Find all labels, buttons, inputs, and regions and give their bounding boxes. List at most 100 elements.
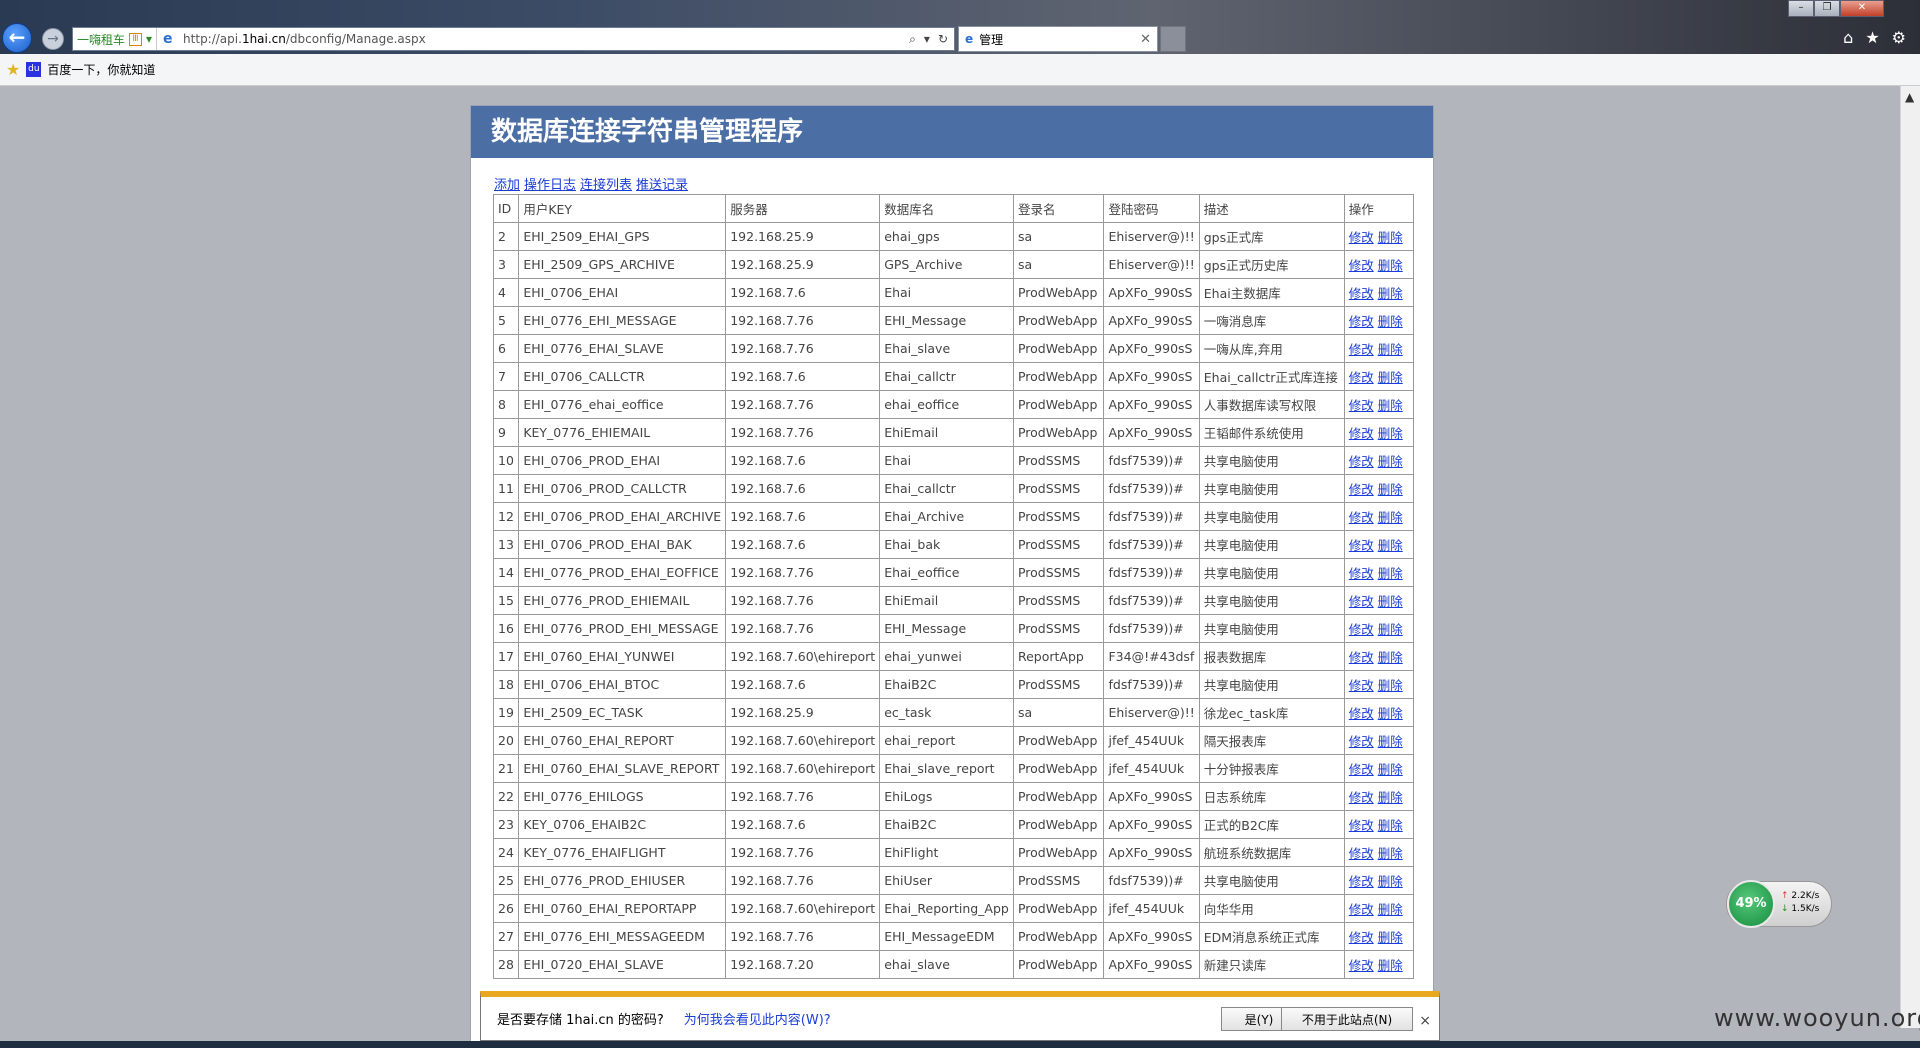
delete-link[interactable]: 删除	[1378, 258, 1403, 273]
edit-link[interactable]: 修改	[1349, 958, 1374, 973]
edit-link[interactable]: 修改	[1349, 790, 1374, 805]
delete-link[interactable]: 删除	[1378, 398, 1403, 413]
link-connection-list[interactable]: 连接列表	[580, 174, 632, 193]
delete-link[interactable]: 删除	[1378, 678, 1403, 693]
cell-actions: 修改 删除	[1343, 418, 1415, 447]
delete-link[interactable]: 删除	[1378, 342, 1403, 357]
cell-database: EhaiB2C	[879, 670, 1014, 699]
edit-link[interactable]: 修改	[1349, 566, 1374, 581]
edit-link[interactable]: 修改	[1349, 678, 1374, 693]
scroll-up-icon[interactable]: ▲	[1905, 90, 1914, 104]
cell-password: ApXFo_990sS	[1103, 278, 1200, 307]
delete-link[interactable]: 删除	[1378, 510, 1403, 525]
cell-password: ApXFo_990sS	[1103, 418, 1200, 447]
cell-actions: 修改 删除	[1343, 726, 1415, 755]
link-operation-log[interactable]: 操作日志	[524, 174, 576, 193]
cell-login: ProdSSMS	[1012, 670, 1105, 699]
favorites-star-icon[interactable]: ★	[1865, 28, 1879, 47]
delete-link[interactable]: 删除	[1378, 930, 1403, 945]
header-database: 数据库名	[879, 194, 1014, 223]
edit-link[interactable]: 修改	[1349, 538, 1374, 553]
delete-link[interactable]: 删除	[1378, 538, 1403, 553]
delete-link[interactable]: 删除	[1378, 314, 1403, 329]
edit-link[interactable]: 修改	[1349, 510, 1374, 525]
delete-link[interactable]: 删除	[1378, 790, 1403, 805]
favorite-baidu[interactable]: 百度一下，你就知道	[47, 61, 155, 78]
table-row: 9 KEY_0776_EHIEMAIL 192.168.7.76 EhiEmail Pr…	[492, 418, 1415, 447]
link-add[interactable]: 添加	[494, 174, 520, 193]
forward-button[interactable]: →	[42, 28, 64, 50]
cell-login: ProdWebApp	[1012, 810, 1105, 839]
link-push-records[interactable]: 推送记录	[636, 174, 688, 193]
back-button[interactable]: ←	[2, 23, 32, 53]
edit-link[interactable]: 修改	[1349, 846, 1374, 861]
edit-link[interactable]: 修改	[1349, 930, 1374, 945]
restore-button[interactable]: ❐	[1814, 0, 1840, 17]
delete-link[interactable]: 删除	[1378, 286, 1403, 301]
delete-link[interactable]: 删除	[1378, 482, 1403, 497]
prompt-close-icon[interactable]: ×	[1419, 1013, 1431, 1029]
page-title: 数据库连接字符串管理程序	[471, 106, 1433, 158]
edit-link[interactable]: 修改	[1349, 286, 1374, 301]
edit-link[interactable]: 修改	[1349, 706, 1374, 721]
minimize-button[interactable]: –	[1788, 0, 1814, 17]
edit-link[interactable]: 修改	[1349, 482, 1374, 497]
delete-link[interactable]: 删除	[1378, 230, 1403, 245]
address-bar[interactable]: 一嗨租车 Ⅲ ▾ e http://api.1hai.cn/dbconfig/M…	[72, 27, 955, 51]
cell-actions: 修改 删除	[1343, 446, 1415, 475]
new-tab-button[interactable]	[1160, 26, 1186, 52]
close-icon[interactable]: ✕	[1140, 32, 1151, 47]
not-for-site-button[interactable]: 不用于此站点(N)	[1281, 1007, 1413, 1031]
cell-id: 14	[492, 558, 520, 587]
window-close-button[interactable]: ✕	[1840, 0, 1884, 17]
edit-link[interactable]: 修改	[1349, 258, 1374, 273]
chevron-down-icon[interactable]: ▾	[146, 32, 152, 46]
edit-link[interactable]: 修改	[1349, 594, 1374, 609]
refresh-icon[interactable]: ↻	[938, 32, 948, 47]
compat-view-icon[interactable]: Ⅲ	[129, 32, 143, 46]
tab-manage[interactable]: e 管理 ✕	[958, 26, 1158, 52]
edit-link[interactable]: 修改	[1349, 734, 1374, 749]
network-monitor-widget[interactable]: 49% ↑ 2.2K/s ↓ 1.5K/s	[1726, 880, 1832, 928]
delete-link[interactable]: 删除	[1378, 454, 1403, 469]
cell-actions: 修改 删除	[1343, 530, 1415, 559]
edit-link[interactable]: 修改	[1349, 342, 1374, 357]
gear-icon[interactable]: ⚙	[1892, 28, 1906, 47]
edit-link[interactable]: 修改	[1349, 902, 1374, 917]
delete-link[interactable]: 删除	[1378, 566, 1403, 581]
edit-link[interactable]: 修改	[1349, 314, 1374, 329]
delete-link[interactable]: 删除	[1378, 370, 1403, 385]
edit-link[interactable]: 修改	[1349, 426, 1374, 441]
edit-link[interactable]: 修改	[1349, 370, 1374, 385]
delete-link[interactable]: 删除	[1378, 622, 1403, 637]
delete-link[interactable]: 删除	[1378, 734, 1403, 749]
delete-link[interactable]: 删除	[1378, 762, 1403, 777]
quick-link[interactable]: 一嗨租车 Ⅲ ▾	[73, 28, 158, 50]
delete-link[interactable]: 删除	[1378, 818, 1403, 833]
delete-link[interactable]: 删除	[1378, 846, 1403, 861]
delete-link[interactable]: 删除	[1378, 874, 1403, 889]
favorites-icon[interactable]: ★	[6, 60, 20, 79]
delete-link[interactable]: 删除	[1378, 706, 1403, 721]
edit-link[interactable]: 修改	[1349, 230, 1374, 245]
search-icon[interactable]: ⌕	[909, 32, 916, 47]
delete-link[interactable]: 删除	[1378, 594, 1403, 609]
edit-link[interactable]: 修改	[1349, 454, 1374, 469]
edit-link[interactable]: 修改	[1349, 622, 1374, 637]
cell-actions: 修改 删除	[1343, 894, 1415, 923]
edit-link[interactable]: 修改	[1349, 762, 1374, 777]
edit-link[interactable]: 修改	[1349, 874, 1374, 889]
edit-link[interactable]: 修改	[1349, 818, 1374, 833]
url-text[interactable]: http://api.1hai.cn/dbconfig/Manage.aspx	[183, 32, 909, 46]
delete-link[interactable]: 删除	[1378, 902, 1403, 917]
delete-link[interactable]: 删除	[1378, 958, 1403, 973]
edit-link[interactable]: 修改	[1349, 650, 1374, 665]
delete-link[interactable]: 删除	[1378, 426, 1403, 441]
cell-actions: 修改 删除	[1343, 306, 1415, 335]
delete-link[interactable]: 删除	[1378, 650, 1403, 665]
prompt-why-link[interactable]: 为何我会看见此内容(W)?	[684, 1009, 831, 1028]
vertical-scrollbar[interactable]: ▲	[1900, 86, 1920, 1028]
edit-link[interactable]: 修改	[1349, 398, 1374, 413]
dropdown-icon[interactable]: ▾	[924, 32, 930, 47]
home-icon[interactable]: ⌂	[1843, 28, 1853, 47]
